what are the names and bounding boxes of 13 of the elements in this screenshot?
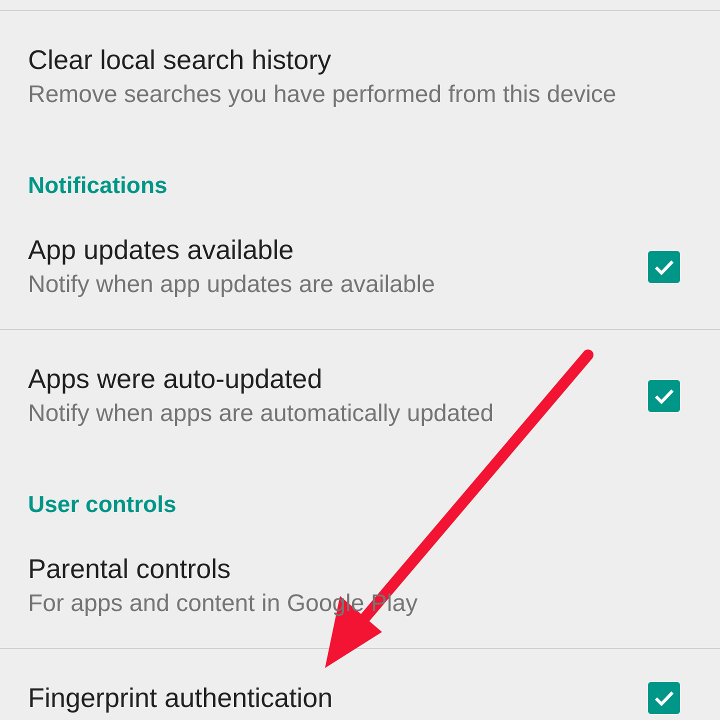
checkbox[interactable] <box>648 380 680 412</box>
setting-title[interactable]: Apps were auto-updated <box>28 361 648 397</box>
setting-title[interactable]: Clear local search history <box>28 42 680 78</box>
section-header: User controls <box>27 490 178 519</box>
setting-title[interactable]: App updates available <box>28 232 648 268</box>
setting-title[interactable]: Parental controls <box>28 551 680 587</box>
checkbox[interactable] <box>648 682 680 714</box>
section-header: Notifications <box>27 171 168 200</box>
setting-title[interactable]: Fingerprint authentication <box>28 680 648 716</box>
setting-description: Notify when app updates are available <box>28 270 436 300</box>
setting-description: Notify when apps are automatically updated <box>28 399 495 429</box>
checkbox[interactable] <box>648 251 680 283</box>
setting-description: Remove searches you have performed from this device <box>28 80 618 110</box>
